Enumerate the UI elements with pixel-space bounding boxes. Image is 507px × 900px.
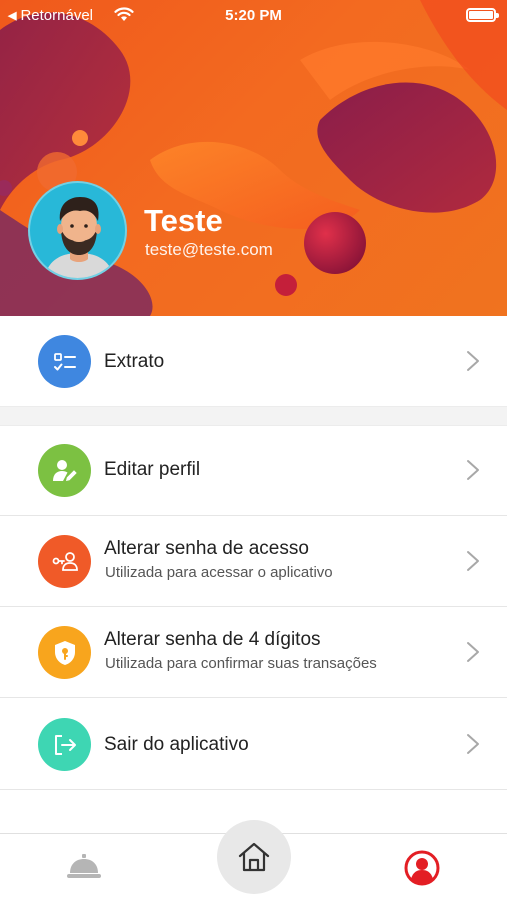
- menu-item-change-password[interactable]: Alterar senha de acesso Utilizada para a…: [0, 516, 507, 606]
- menu-item-logout[interactable]: Sair do aplicativo: [0, 698, 507, 789]
- section-divider: [0, 406, 507, 426]
- user-key-icon: [38, 535, 91, 588]
- home-icon: [238, 842, 270, 872]
- chevron-right-icon: [467, 642, 479, 662]
- checklist-icon: [38, 335, 91, 388]
- status-time: 5:20 PM: [225, 7, 282, 24]
- user-profile-icon[interactable]: [404, 850, 440, 886]
- profile-name: Teste: [144, 203, 223, 238]
- status-bar: ◀ Retornável 5:20 PM: [0, 0, 507, 32]
- divider: [0, 789, 507, 790]
- home-button[interactable]: [217, 820, 291, 894]
- user-avatar-illustration: [44, 197, 115, 278]
- profile-email: teste@teste.com: [145, 240, 273, 259]
- menu-item-change-password-subtitle: Utilizada para acessar o aplicativo: [105, 564, 333, 581]
- shield-key-icon: [38, 626, 91, 679]
- avatar[interactable]: [28, 181, 127, 280]
- user-edit-icon: [38, 444, 91, 497]
- menu-item-edit-profile[interactable]: Editar perfil: [0, 426, 507, 515]
- menu-item-statement-label: Extrato: [104, 351, 165, 372]
- menu-item-statement[interactable]: Extrato: [0, 316, 507, 406]
- battery-icon: [466, 8, 499, 22]
- service-bell-icon[interactable]: [66, 852, 102, 880]
- menu-item-change-password-label: Alterar senha de acesso: [104, 538, 309, 559]
- menu-item-logout-label: Sair do aplicativo: [104, 734, 249, 755]
- profile-header: ◀ Retornável 5:20 PM Teste teste@teste.c…: [0, 0, 507, 316]
- chevron-right-icon: [467, 734, 479, 754]
- logout-icon: [38, 718, 91, 771]
- menu-item-change-pin-subtitle: Utilizada para confirmar suas transações: [105, 655, 377, 672]
- menu-item-change-pin-label: Alterar senha de 4 dígitos: [104, 629, 321, 650]
- chevron-right-icon: [467, 551, 479, 571]
- menu-item-edit-profile-label: Editar perfil: [104, 459, 201, 480]
- chevron-right-icon: [467, 460, 479, 480]
- menu-item-change-pin[interactable]: Alterar senha de 4 dígitos Utilizada par…: [0, 607, 507, 697]
- chevron-right-icon: [467, 351, 479, 371]
